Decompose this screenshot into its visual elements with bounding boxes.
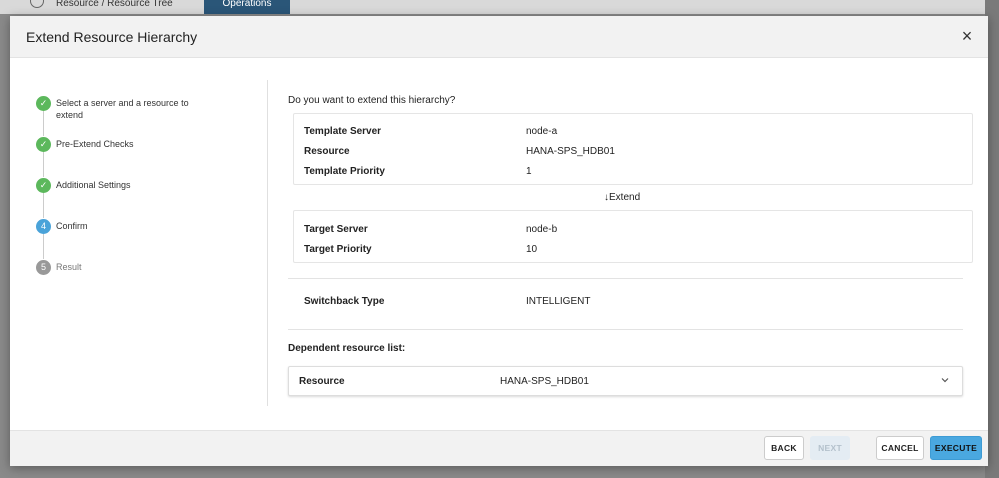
step-confirm: 4 Confirm bbox=[36, 219, 236, 249]
background-breadcrumb: Resource / Resource Tree bbox=[56, 0, 173, 9]
dialog-title: Extend Resource Hierarchy bbox=[26, 29, 198, 45]
step-number-badge: 5 bbox=[36, 260, 51, 275]
target-priority-label: Target Priority bbox=[304, 244, 372, 255]
background-tab-operations: Operations bbox=[204, 0, 290, 14]
switchback-value: INTELLIGENT bbox=[526, 296, 591, 307]
step-label: Pre-Extend Checks bbox=[56, 139, 134, 149]
template-priority-label: Template Priority bbox=[304, 166, 385, 177]
execute-button[interactable]: EXECUTE bbox=[930, 436, 982, 460]
step-label: Select a server and a resource to extend bbox=[56, 98, 189, 120]
next-button[interactable]: NEXT bbox=[810, 436, 850, 460]
background-app-bar: Resource / Resource Tree Operations bbox=[0, 0, 999, 14]
dialog-footer: BACK NEXT CANCEL EXECUTE bbox=[10, 430, 988, 466]
background-radio-icon bbox=[30, 0, 44, 8]
template-server-label: Template Server bbox=[304, 126, 382, 137]
dialog-header: Extend Resource Hierarchy × bbox=[10, 16, 988, 58]
check-icon: ✓ bbox=[36, 96, 51, 111]
target-card: Target Server node-b Target Priority 10 bbox=[293, 210, 973, 263]
step-additional-settings: ✓ Additional Settings bbox=[36, 178, 236, 208]
step-number-badge: 4 bbox=[36, 219, 51, 234]
step-pre-extend-checks: ✓ Pre-Extend Checks bbox=[36, 137, 236, 167]
step-label: Additional Settings bbox=[56, 180, 131, 190]
dependent-resource-row[interactable]: Resource HANA-SPS_HDB01 bbox=[288, 366, 963, 396]
back-button[interactable]: BACK bbox=[764, 436, 804, 460]
check-icon: ✓ bbox=[36, 178, 51, 193]
target-priority-value: 10 bbox=[526, 244, 538, 255]
close-icon[interactable]: × bbox=[956, 25, 978, 47]
resource-value: HANA-SPS_HDB01 bbox=[526, 146, 615, 157]
cancel-button[interactable]: CANCEL bbox=[876, 436, 924, 460]
step-label: Result bbox=[56, 262, 82, 272]
target-server-label: Target Server bbox=[304, 224, 368, 235]
template-priority-value: 1 bbox=[526, 166, 532, 177]
extend-resource-dialog: Extend Resource Hierarchy × ✓ Select a s… bbox=[10, 16, 988, 466]
target-server-value: node-b bbox=[526, 224, 558, 235]
template-server-value: node-a bbox=[526, 126, 558, 137]
step-select-server: ✓ Select a server and a resource to exte… bbox=[36, 96, 236, 126]
section-divider bbox=[288, 329, 963, 330]
step-result: 5 Result bbox=[36, 260, 236, 290]
resource-label: Resource bbox=[304, 146, 350, 157]
dependent-resource-label: Resource bbox=[299, 376, 345, 387]
check-icon: ✓ bbox=[36, 137, 51, 152]
switchback-label: Switchback Type bbox=[304, 296, 385, 307]
dependent-list-title: Dependent resource list: bbox=[288, 343, 406, 354]
template-card: Template Server node-a Resource HANA-SPS… bbox=[293, 113, 973, 185]
step-label: Confirm bbox=[56, 221, 88, 231]
chevron-down-icon[interactable] bbox=[940, 375, 950, 388]
vertical-divider bbox=[267, 80, 268, 406]
dependent-resource-value: HANA-SPS_HDB01 bbox=[500, 376, 589, 387]
section-divider bbox=[288, 278, 963, 279]
extend-arrow-label: ↓Extend bbox=[604, 192, 641, 203]
confirm-question: Do you want to extend this hierarchy? bbox=[288, 95, 456, 106]
